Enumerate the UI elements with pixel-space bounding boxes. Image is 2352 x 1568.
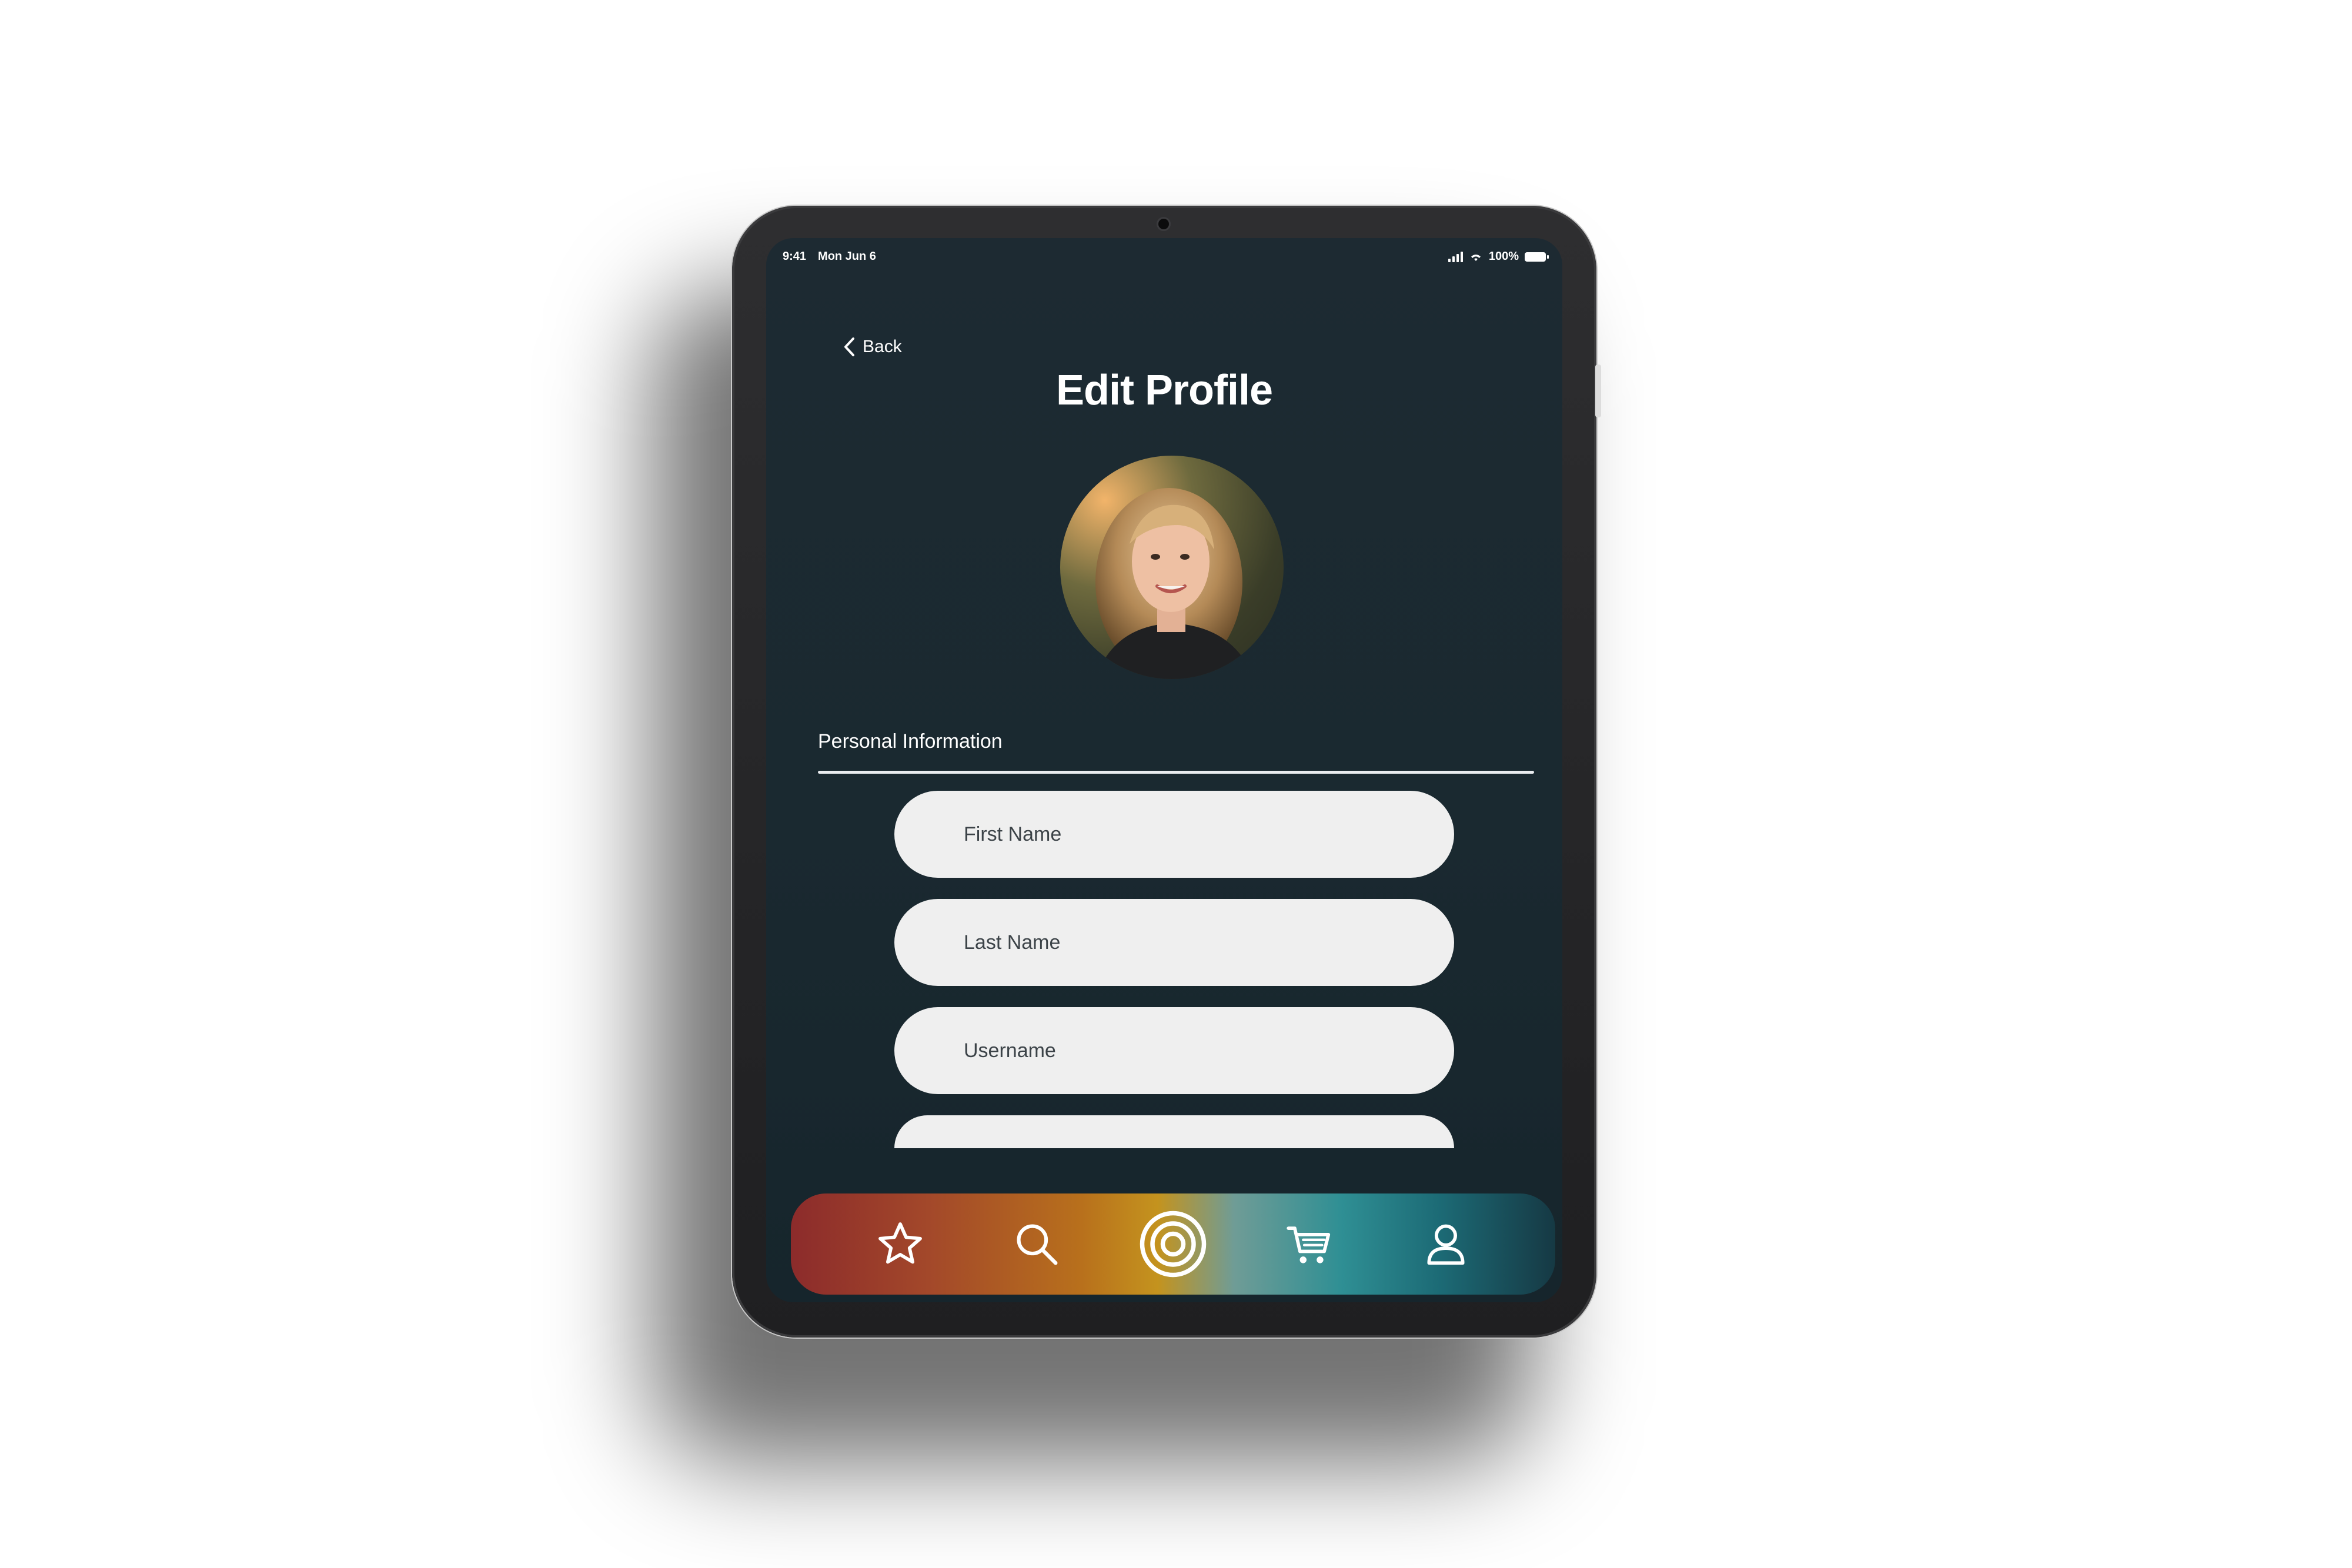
profile-avatar[interactable] xyxy=(1060,456,1284,679)
front-camera xyxy=(1158,219,1169,229)
chevron-left-icon xyxy=(844,337,854,356)
tab-cart[interactable] xyxy=(1274,1209,1345,1279)
battery-icon xyxy=(1525,252,1549,262)
cart-icon xyxy=(1287,1226,1331,1263)
volume-button xyxy=(1595,365,1601,417)
back-button[interactable]: Back xyxy=(843,337,902,357)
tab-profile[interactable] xyxy=(1411,1209,1481,1279)
star-icon xyxy=(878,1222,922,1264)
status-bar: 9:41 Mon Jun 6 100% xyxy=(783,250,1549,268)
username-input[interactable] xyxy=(894,1007,1454,1094)
status-date: Mon Jun 6 xyxy=(818,250,876,263)
section-label-personal-info: Personal Information xyxy=(818,730,1003,753)
signal-icon xyxy=(1448,251,1463,262)
next-input-partial[interactable] xyxy=(894,1115,1454,1148)
section-divider xyxy=(818,771,1534,774)
search-icon xyxy=(1017,1224,1058,1265)
user-icon xyxy=(1427,1224,1465,1265)
status-time: 9:41 xyxy=(783,250,807,263)
tab-search[interactable] xyxy=(1001,1209,1072,1279)
tablet-device: 9:41 Mon Jun 6 100% Back Edit Profile Pe… xyxy=(732,206,1601,1338)
last-name-input[interactable] xyxy=(894,899,1454,986)
target-icon xyxy=(1140,1211,1207,1278)
page-title: Edit Profile xyxy=(1055,367,1273,414)
tab-home[interactable] xyxy=(1138,1209,1208,1279)
back-label: Back xyxy=(863,337,902,356)
bottom-tab-bar xyxy=(791,1193,1555,1295)
first-name-input[interactable] xyxy=(894,791,1454,878)
tab-favorites[interactable] xyxy=(865,1209,936,1279)
wifi-icon xyxy=(1471,254,1481,261)
stage: 9:41 Mon Jun 6 100% Back Edit Profile Pe… xyxy=(0,0,2352,1568)
avatar-photo xyxy=(1095,488,1254,679)
profile-form xyxy=(894,791,1454,1148)
battery-percent: 100% xyxy=(1488,250,1519,263)
screen: 9:41 Mon Jun 6 100% Back Edit Profile Pe… xyxy=(766,238,1562,1302)
